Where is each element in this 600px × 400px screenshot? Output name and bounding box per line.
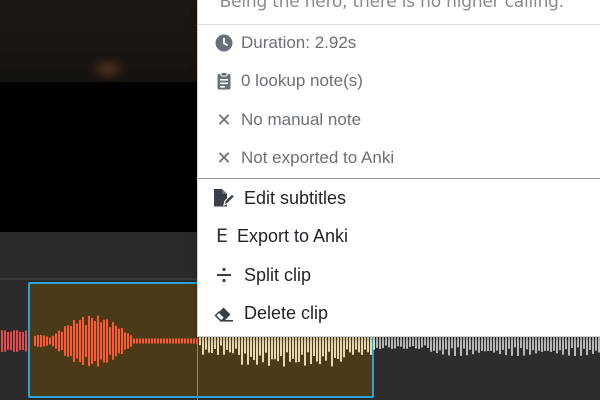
waveform-bar: [130, 335, 132, 347]
waveform-bar: [400, 335, 402, 347]
waveform-bar: [109, 327, 111, 355]
duration-info: Duration: 2.92s: [198, 24, 600, 62]
clock-icon: [213, 34, 235, 52]
waveform-bar: [1, 330, 3, 352]
anki-export-info: ✕ Not exported to Anki: [198, 139, 600, 177]
waveform-bar: [160, 338, 162, 344]
waveform-bar: [166, 338, 168, 344]
waveform-bar: [94, 320, 96, 362]
clipboard-icon: [213, 72, 235, 90]
duration-text: Duration: 2.92s: [241, 33, 357, 52]
waveform-bar: [76, 323, 78, 359]
waveform-bar: [112, 322, 114, 360]
clip-context-menu: "Being the hero, there is no higher call…: [197, 0, 600, 337]
waveform-bar: [22, 332, 24, 350]
waveform-bar: [181, 338, 183, 344]
waveform-bar: [121, 328, 123, 354]
waveform-bar: [91, 318, 93, 364]
waveform-bar: [100, 322, 102, 360]
waveform-bar: [13, 330, 15, 352]
waveform-bar: [115, 325, 117, 357]
divide-icon: [213, 267, 235, 283]
waveform-bar: [397, 335, 399, 347]
waveform-bar: [82, 317, 84, 365]
export-to-anki-label: Export to Anki: [237, 225, 349, 246]
waveform-bar: [88, 315, 90, 367]
waveform-bar: [97, 315, 99, 367]
waveform-bar: [172, 338, 174, 344]
subtitle-quote: "Being the hero, there is no higher call…: [212, 0, 572, 12]
waveform-bar: [37, 335, 39, 347]
waveform-bar: [70, 326, 72, 356]
delete-clip-button[interactable]: Delete clip: [198, 294, 600, 332]
waveform-bar: [136, 338, 138, 344]
waveform-bar: [190, 338, 192, 344]
waveform-bar: [163, 338, 165, 344]
lookup-notes-info: 0 lookup note(s): [198, 62, 600, 100]
video-highlight: [88, 56, 128, 82]
waveform-bar: [55, 333, 57, 349]
waveform-bar: [49, 337, 51, 345]
waveform-bar: [7, 332, 9, 350]
waveform-bar: [151, 338, 153, 344]
waveform-bar: [79, 319, 81, 363]
waveform-bar: [142, 338, 144, 344]
waveform-bar: [103, 319, 105, 363]
split-clip-button[interactable]: Split clip: [198, 256, 600, 294]
anki-export-text: Not exported to Anki: [241, 148, 395, 167]
waveform-bar: [85, 325, 87, 357]
waveform-bar: [43, 335, 45, 347]
waveform-bar: [193, 338, 195, 344]
waveform-bar: [412, 335, 414, 347]
waveform-bar: [145, 338, 147, 344]
waveform-bar: [58, 330, 60, 352]
waveform-bar: [19, 331, 21, 351]
waveform-bar: [139, 338, 141, 344]
waveform-bar: [178, 338, 180, 344]
waveform-bar: [4, 330, 6, 352]
waveform-bar: [106, 319, 108, 363]
waveform-bar: [25, 330, 27, 352]
manual-note-info: ✕ No manual note: [198, 101, 600, 139]
waveform-bar: [73, 320, 75, 362]
waveform-bar: [175, 338, 177, 344]
waveform-bar: [184, 338, 186, 344]
edit-subtitles-button[interactable]: Edit subtitles: [198, 179, 600, 217]
edit-subtitles-label: Edit subtitles: [244, 187, 347, 208]
split-clip-label: Split clip: [244, 264, 312, 285]
waveform-bar: [64, 326, 66, 356]
waveform-bar: [61, 331, 63, 351]
waveform-bar: [154, 338, 156, 344]
waveform-bar: [40, 335, 42, 347]
waveform-bar: [424, 336, 426, 346]
waveform-bar: [34, 335, 36, 347]
delete-clip-label: Delete clip: [244, 302, 329, 323]
waveform-bar: [148, 338, 150, 344]
eraser-icon: [213, 305, 235, 322]
waveform-bar: [220, 336, 222, 346]
manual-note-text: No manual note: [241, 110, 362, 129]
waveform-bar: [10, 331, 12, 351]
waveform-bar: [16, 330, 18, 352]
waveform-bar: [46, 336, 48, 346]
waveform-bar: [133, 338, 135, 344]
waveform-bar: [124, 332, 126, 350]
x-icon: ✕: [216, 109, 232, 131]
e-letter-icon: E: [215, 225, 228, 247]
waveform-bar: [67, 325, 69, 357]
waveform-bar: [118, 328, 120, 354]
file-edit-icon: [213, 188, 235, 208]
export-to-anki-button[interactable]: E Export to Anki: [198, 217, 600, 255]
waveform-bar: [127, 333, 129, 349]
waveform-bar: [199, 336, 201, 346]
x-icon: ✕: [216, 147, 232, 169]
waveform-bar: [52, 335, 54, 347]
waveform-bar: [157, 338, 159, 344]
waveform-bar: [385, 336, 387, 346]
waveform-bar: [169, 338, 171, 344]
waveform-bar: [187, 338, 189, 344]
lookup-notes-text: 0 lookup note(s): [241, 71, 363, 90]
